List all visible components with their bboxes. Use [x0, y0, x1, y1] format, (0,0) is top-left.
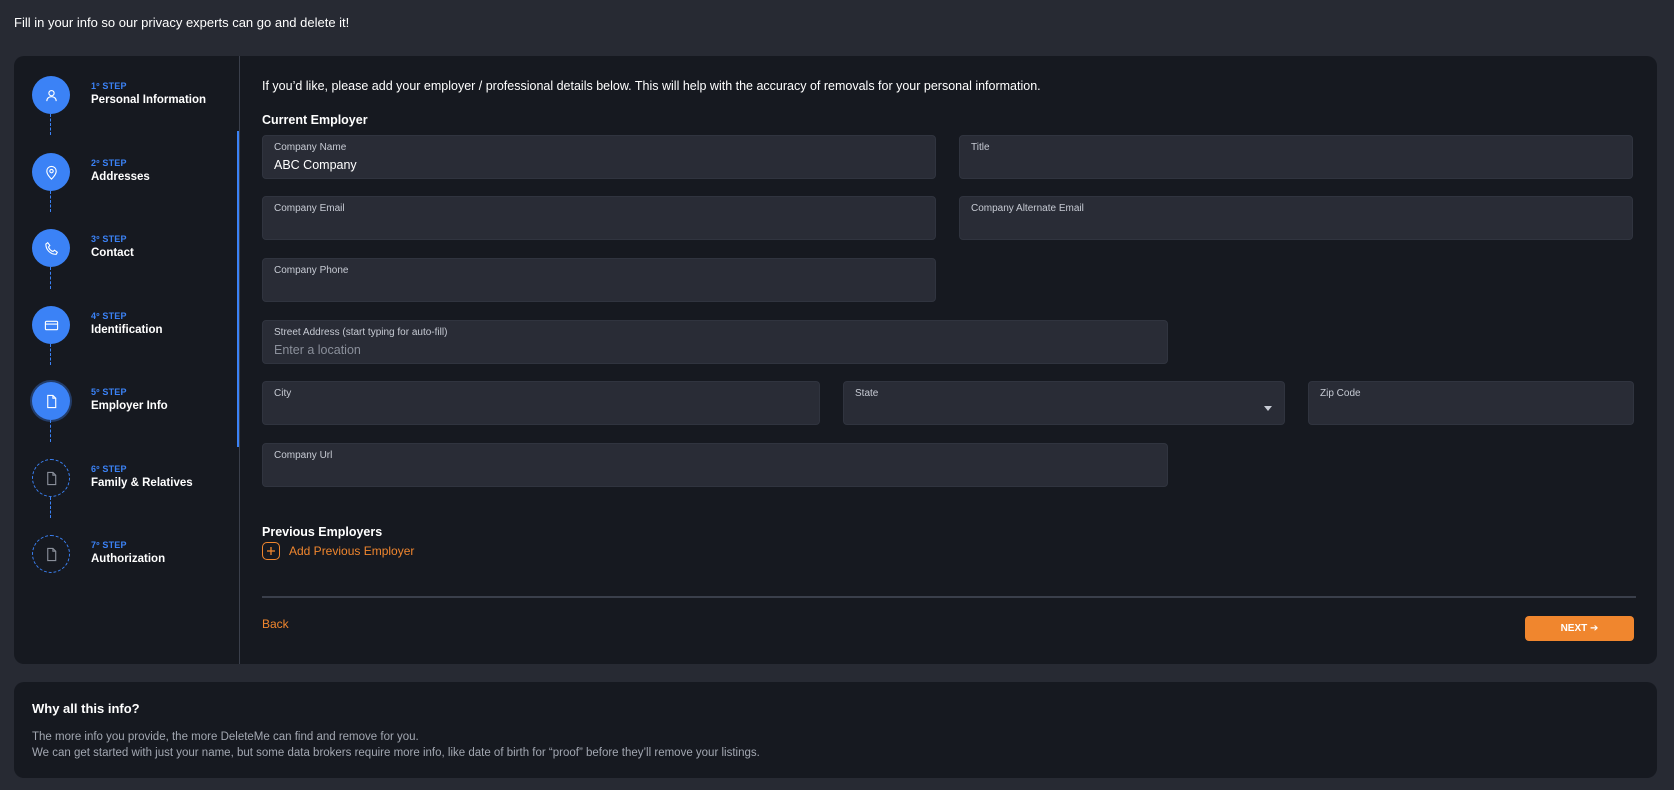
company-url-field[interactable]: Company Url — [262, 443, 1168, 487]
step-label: Employer Info — [91, 400, 168, 412]
company-phone-input[interactable] — [274, 278, 924, 298]
current-employer-title: Current Employer — [262, 113, 368, 127]
page-heading: Fill in your info so our privacy experts… — [14, 15, 350, 30]
caret-down-icon — [1264, 406, 1272, 411]
field-label: Company Name — [274, 142, 347, 153]
field-label: Title — [971, 142, 990, 153]
company-url-input[interactable] — [274, 463, 1156, 483]
step-authorization[interactable]: 7º STEP Authorization — [32, 535, 232, 575]
title-field[interactable]: Title — [959, 135, 1633, 179]
field-label: Zip Code — [1320, 388, 1361, 399]
company-alternate-email-field[interactable]: Company Alternate Email — [959, 196, 1633, 240]
step-connector — [50, 267, 51, 289]
step-family-relatives[interactable]: 6º STEP Family & Relatives — [32, 459, 232, 499]
step-connector — [50, 420, 51, 442]
employer-form-card: 1º STEP Personal Information 2º STEP Add… — [14, 56, 1657, 664]
step-employer-info[interactable]: 5º STEP Employer Info — [32, 382, 232, 422]
state-value — [855, 401, 1273, 421]
info-text: The more info you provide, the more Dele… — [32, 731, 419, 743]
next-button[interactable]: NEXT ➔ — [1525, 616, 1634, 641]
zip-code-input[interactable] — [1320, 401, 1622, 421]
document-icon — [32, 382, 70, 420]
step-connector — [50, 191, 51, 212]
step-number: 6º STEP — [91, 464, 127, 474]
step-navigation: 1º STEP Personal Information 2º STEP Add… — [14, 56, 240, 664]
step-label: Identification — [91, 324, 163, 336]
plus-icon — [262, 542, 280, 560]
field-label: Company Alternate Email — [971, 203, 1084, 214]
company-alternate-email-input[interactable] — [971, 216, 1621, 236]
step-label: Contact — [91, 247, 134, 259]
zip-code-field[interactable]: Zip Code — [1308, 381, 1634, 425]
step-number: 5º STEP — [91, 387, 127, 397]
step-contact[interactable]: 3º STEP Contact — [32, 229, 232, 269]
step-label: Family & Relatives — [91, 477, 193, 489]
add-previous-employer-label: Add Previous Employer — [289, 544, 415, 558]
document-icon — [32, 535, 70, 573]
city-field[interactable]: City — [262, 381, 820, 425]
form-footer-divider — [262, 596, 1636, 598]
phone-icon — [32, 229, 70, 267]
step-addresses[interactable]: 2º STEP Addresses — [32, 153, 232, 193]
info-text: We can get started with just your name, … — [32, 747, 760, 759]
step-connector — [50, 114, 51, 135]
step-connector — [50, 497, 51, 518]
step-number: 2º STEP — [91, 158, 127, 168]
company-name-input[interactable] — [274, 155, 924, 175]
field-label: Company Email — [274, 203, 345, 214]
stepper-divider — [239, 56, 240, 664]
field-label: State — [855, 388, 879, 399]
step-connector — [50, 344, 51, 365]
city-input[interactable] — [274, 401, 808, 421]
state-select[interactable]: State — [843, 381, 1285, 425]
title-input[interactable] — [971, 155, 1621, 175]
form-intro: If you’d like, please add your employer … — [262, 79, 1041, 93]
step-identification[interactable]: 4º STEP Identification — [32, 306, 232, 346]
field-label: Company Phone — [274, 265, 349, 276]
stepper-progress-bar — [237, 131, 239, 447]
previous-employers-title: Previous Employers — [262, 525, 383, 539]
company-name-field[interactable]: Company Name — [262, 135, 936, 179]
step-number: 4º STEP — [91, 311, 127, 321]
location-pin-icon — [32, 153, 70, 191]
step-personal-information[interactable]: 1º STEP Personal Information — [32, 76, 232, 116]
step-label: Personal Information — [91, 94, 207, 106]
info-title: Why all this info? — [32, 701, 140, 716]
step-label: Addresses — [91, 171, 150, 183]
company-email-field[interactable]: Company Email — [262, 196, 936, 240]
document-icon — [32, 459, 70, 497]
add-previous-employer-button[interactable]: Add Previous Employer — [262, 542, 414, 560]
step-number: 3º STEP — [91, 234, 127, 244]
person-icon — [32, 76, 70, 114]
field-label: Street Address (start typing for auto-fi… — [274, 327, 448, 338]
field-label: Company Url — [274, 450, 333, 461]
why-info-card: Why all this info? The more info you pro… — [14, 682, 1657, 778]
street-address-field[interactable]: Street Address (start typing for auto-fi… — [262, 320, 1168, 364]
step-number: 1º STEP — [91, 81, 127, 91]
company-email-input[interactable] — [274, 216, 924, 236]
company-phone-field[interactable]: Company Phone — [262, 258, 936, 302]
step-number: 7º STEP — [91, 540, 127, 550]
street-address-input[interactable] — [274, 340, 1156, 360]
field-label: City — [274, 388, 292, 399]
step-label: Authorization — [91, 553, 166, 565]
id-card-icon — [32, 306, 70, 344]
back-link[interactable]: Back — [262, 617, 289, 631]
